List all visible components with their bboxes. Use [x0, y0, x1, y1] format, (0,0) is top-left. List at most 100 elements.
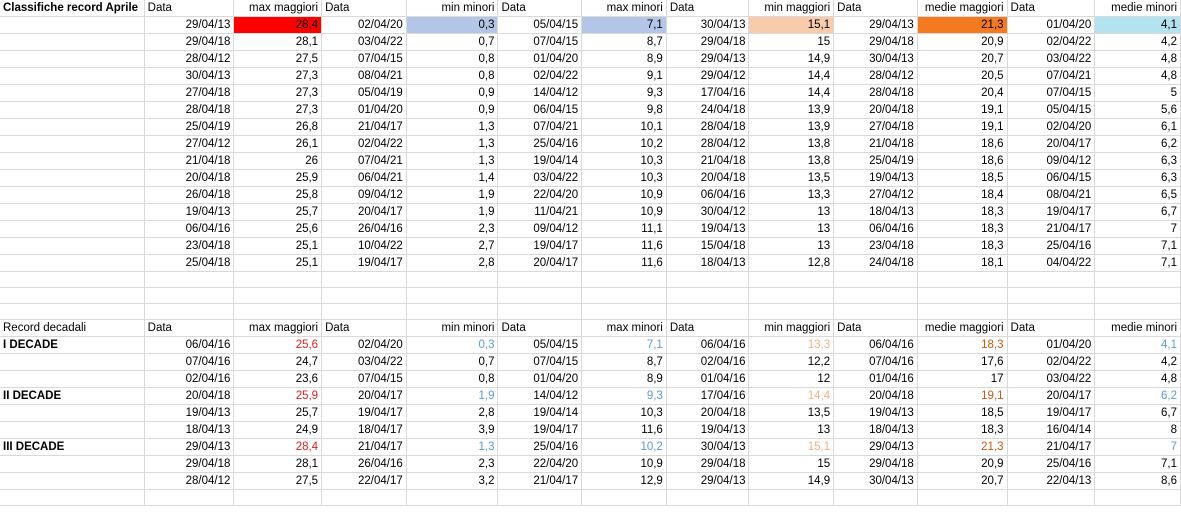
decade-label-cell[interactable] [0, 472, 145, 490]
column-header[interactable]: Data [666, 0, 750, 17]
value-cell[interactable]: 2,8 [406, 404, 499, 422]
empty-cell[interactable] [144, 489, 235, 506]
value-cell[interactable]: 0,9 [406, 84, 499, 102]
date-cell[interactable]: 21/04/18 [144, 152, 235, 170]
value-cell[interactable]: 9,8 [581, 101, 667, 119]
column-header[interactable]: Data [497, 0, 583, 17]
date-cell[interactable]: 23/04/18 [144, 237, 235, 255]
value-cell[interactable]: 10,3 [581, 404, 667, 422]
value-cell[interactable]: 4,8 [1094, 370, 1181, 388]
column-header[interactable]: max maggiori [233, 0, 323, 17]
empty-cell[interactable] [833, 489, 918, 506]
date-cell[interactable]: 21/04/17 [321, 118, 407, 136]
value-cell[interactable]: 14,9 [748, 472, 835, 490]
column-header[interactable]: medie minori [1094, 0, 1181, 17]
value-cell[interactable]: 4,8 [1094, 67, 1181, 85]
value-cell[interactable]: 15,1 [748, 438, 835, 456]
value-cell[interactable]: 11,6 [581, 254, 667, 272]
date-cell[interactable]: 18/04/13 [833, 203, 918, 221]
empty-cell[interactable] [917, 287, 1008, 304]
date-cell[interactable]: 19/04/17 [321, 404, 407, 422]
value-cell[interactable]: 18,3 [917, 237, 1008, 255]
date-cell[interactable]: 29/04/12 [666, 67, 750, 85]
date-cell[interactable]: 18/04/13 [144, 421, 235, 439]
value-cell[interactable]: 25,9 [233, 169, 323, 187]
date-cell[interactable]: 20/04/18 [833, 387, 918, 405]
value-cell[interactable]: 12,8 [748, 254, 835, 272]
value-cell[interactable]: 18,5 [917, 169, 1008, 187]
column-header[interactable]: Data [833, 319, 918, 337]
date-cell[interactable]: 03/04/22 [497, 169, 583, 187]
date-cell[interactable]: 01/04/20 [321, 101, 407, 119]
date-cell[interactable]: 30/04/13 [833, 50, 918, 68]
value-cell[interactable]: 8,9 [581, 370, 667, 388]
empty-cell[interactable] [497, 271, 583, 288]
value-cell[interactable]: 0,8 [406, 50, 499, 68]
date-cell[interactable]: 03/04/22 [1007, 50, 1096, 68]
date-cell[interactable]: 09/04/12 [321, 186, 407, 204]
value-cell[interactable]: 28,1 [233, 33, 323, 51]
column-header[interactable]: max maggiori [233, 319, 323, 337]
date-cell[interactable]: 14/04/12 [497, 84, 583, 102]
date-cell[interactable]: 01/04/20 [1007, 16, 1096, 34]
value-cell[interactable]: 6,3 [1094, 152, 1181, 170]
value-cell[interactable]: 25,6 [233, 220, 323, 238]
label-cell[interactable] [0, 186, 145, 204]
value-cell[interactable]: 4,8 [1094, 50, 1181, 68]
date-cell[interactable]: 28/04/18 [666, 118, 750, 136]
date-cell[interactable]: 06/04/16 [666, 336, 750, 354]
label-cell[interactable] [0, 118, 145, 136]
column-header[interactable]: Data [144, 319, 235, 337]
value-cell[interactable]: 17,6 [917, 353, 1008, 371]
date-cell[interactable]: 17/04/16 [666, 84, 750, 102]
label-cell[interactable] [0, 16, 145, 34]
empty-cell[interactable] [406, 303, 499, 320]
column-header[interactable]: min minori [406, 0, 499, 17]
date-cell[interactable]: 02/04/22 [1007, 33, 1096, 51]
value-cell[interactable]: 6,2 [1094, 135, 1181, 153]
date-cell[interactable]: 07/04/16 [833, 353, 918, 371]
empty-cell[interactable] [581, 271, 667, 288]
date-cell[interactable]: 18/04/13 [833, 421, 918, 439]
empty-cell[interactable] [0, 287, 145, 304]
value-cell[interactable]: 9,1 [581, 67, 667, 85]
value-cell[interactable]: 13,9 [748, 101, 835, 119]
date-cell[interactable]: 30/04/13 [144, 67, 235, 85]
date-cell[interactable]: 25/04/16 [1007, 237, 1096, 255]
date-cell[interactable]: 18/04/13 [666, 254, 750, 272]
empty-cell[interactable] [581, 303, 667, 320]
empty-cell[interactable] [666, 303, 750, 320]
date-cell[interactable]: 02/04/22 [497, 67, 583, 85]
label-cell[interactable] [0, 152, 145, 170]
value-cell[interactable]: 1,4 [406, 169, 499, 187]
empty-cell[interactable] [1007, 271, 1096, 288]
date-cell[interactable]: 07/04/15 [321, 50, 407, 68]
column-header[interactable]: max minori [581, 0, 667, 17]
label-cell[interactable] [0, 169, 145, 187]
value-cell[interactable]: 8 [1094, 421, 1181, 439]
value-cell[interactable]: 25,9 [233, 387, 323, 405]
date-cell[interactable]: 28/04/12 [666, 135, 750, 153]
value-cell[interactable]: 10,3 [581, 152, 667, 170]
empty-cell[interactable] [917, 271, 1008, 288]
value-cell[interactable]: 18,1 [917, 254, 1008, 272]
value-cell[interactable]: 20,9 [917, 455, 1008, 473]
date-cell[interactable]: 27/04/18 [833, 118, 918, 136]
decade-label-cell[interactable] [0, 421, 145, 439]
date-cell[interactable]: 08/04/21 [1007, 186, 1096, 204]
date-cell[interactable]: 11/04/21 [497, 203, 583, 221]
value-cell[interactable]: 28,1 [233, 455, 323, 473]
value-cell[interactable]: 11,1 [581, 220, 667, 238]
date-cell[interactable]: 20/04/17 [497, 254, 583, 272]
date-cell[interactable]: 21/04/17 [321, 438, 407, 456]
value-cell[interactable]: 20,7 [917, 472, 1008, 490]
date-cell[interactable]: 02/04/16 [666, 353, 750, 371]
value-cell[interactable]: 4,1 [1094, 16, 1181, 34]
value-cell[interactable]: 10,1 [581, 118, 667, 136]
date-cell[interactable]: 05/04/15 [1007, 101, 1096, 119]
value-cell[interactable]: 20,5 [917, 67, 1008, 85]
date-cell[interactable]: 25/04/16 [497, 438, 583, 456]
value-cell[interactable]: 6,3 [1094, 169, 1181, 187]
value-cell[interactable]: 3,9 [406, 421, 499, 439]
date-cell[interactable]: 06/04/16 [144, 220, 235, 238]
